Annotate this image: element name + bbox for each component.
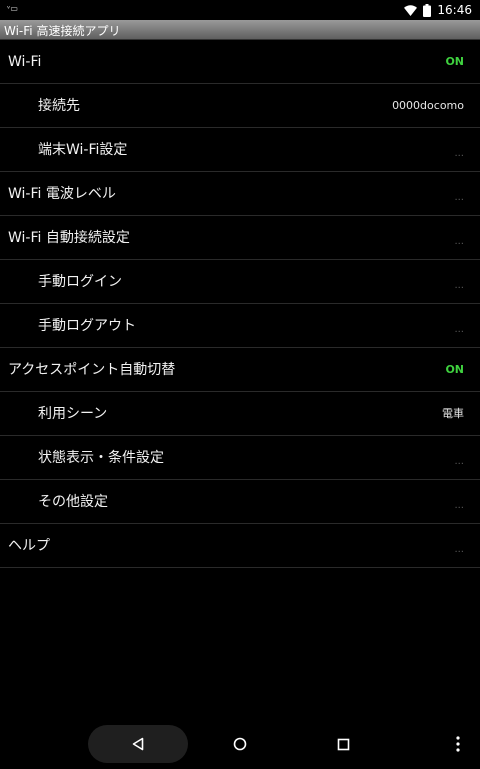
more-indicator: ... (454, 236, 464, 247)
settings-row[interactable]: 状態表示・条件設定... (0, 436, 480, 480)
settings-row-label: Wi-Fi 自動接続設定 (8, 230, 130, 246)
back-button[interactable] (88, 719, 188, 769)
recents-button[interactable] (318, 719, 368, 769)
more-indicator: ... (454, 280, 464, 291)
status-icons: 16:46 (404, 2, 472, 18)
settings-row[interactable]: 端末Wi-Fi設定... (0, 128, 480, 172)
settings-row[interactable]: アクセスポイント自動切替 ON (0, 348, 480, 392)
settings-row[interactable]: 利用シーン 電車 (0, 392, 480, 436)
navigation-bar (0, 719, 480, 769)
recents-icon (337, 738, 349, 750)
more-indicator: ... (454, 544, 464, 555)
status-on-indicator: ON (445, 363, 464, 376)
settings-row-label: アクセスポイント自動切替 (8, 362, 176, 378)
settings-row-label: 状態表示・条件設定 (38, 450, 164, 466)
more-indicator: ... (454, 148, 464, 159)
settings-row-label: 手動ログアウト (38, 318, 136, 334)
settings-row-label: 端末Wi-Fi設定 (38, 142, 128, 158)
more-indicator: ... (454, 324, 464, 335)
settings-row-label: その他設定 (38, 494, 108, 510)
status-on-indicator: ON (445, 55, 464, 68)
settings-row-label: Wi-Fi 電波レベル (8, 186, 116, 202)
battery-icon (423, 3, 432, 17)
app-title-bar: Wi-Fi 高速接続アプリ (0, 20, 480, 40)
more-indicator: ... (454, 456, 464, 467)
home-button[interactable] (215, 719, 265, 769)
settings-row[interactable]: 接続先 0000docomo (0, 84, 480, 128)
settings-row[interactable]: 手動ログイン... (0, 260, 480, 304)
home-icon (233, 737, 247, 751)
status-bar: ᵛ▭ 16:46 (0, 0, 480, 20)
app-title: Wi-Fi 高速接続アプリ (4, 24, 121, 38)
settings-list: Wi-Fi ON 接続先 0000docomo 端末Wi-Fi設定... Wi-Fi 電波… (0, 40, 480, 568)
settings-row[interactable]: Wi-Fi 自動接続設定... (0, 216, 480, 260)
settings-row-label: Wi-Fi (8, 54, 42, 70)
menu-icon (456, 736, 460, 752)
clock: 16:46 (437, 3, 472, 17)
settings-row-value: 0000docomo (392, 99, 464, 112)
settings-row-label: 利用シーン (38, 406, 108, 422)
overflow-menu-button[interactable] (440, 719, 476, 769)
wifi-icon (404, 4, 418, 16)
settings-row-label: 接続先 (38, 98, 80, 114)
settings-row[interactable]: その他設定... (0, 480, 480, 524)
settings-row[interactable]: 手動ログアウト... (0, 304, 480, 348)
more-indicator: ... (454, 192, 464, 203)
settings-row-label: 手動ログイン (38, 274, 122, 290)
more-indicator: ... (454, 500, 464, 511)
settings-row-value: 電車 (442, 407, 464, 420)
sim-indicator: ᵛ▭ (7, 4, 18, 13)
settings-row[interactable]: Wi-Fi 電波レベル... (0, 172, 480, 216)
settings-row[interactable]: ヘルプ... (0, 524, 480, 568)
back-icon (132, 737, 144, 751)
settings-row-label: ヘルプ (8, 538, 50, 554)
settings-row[interactable]: Wi-Fi ON (0, 40, 480, 84)
